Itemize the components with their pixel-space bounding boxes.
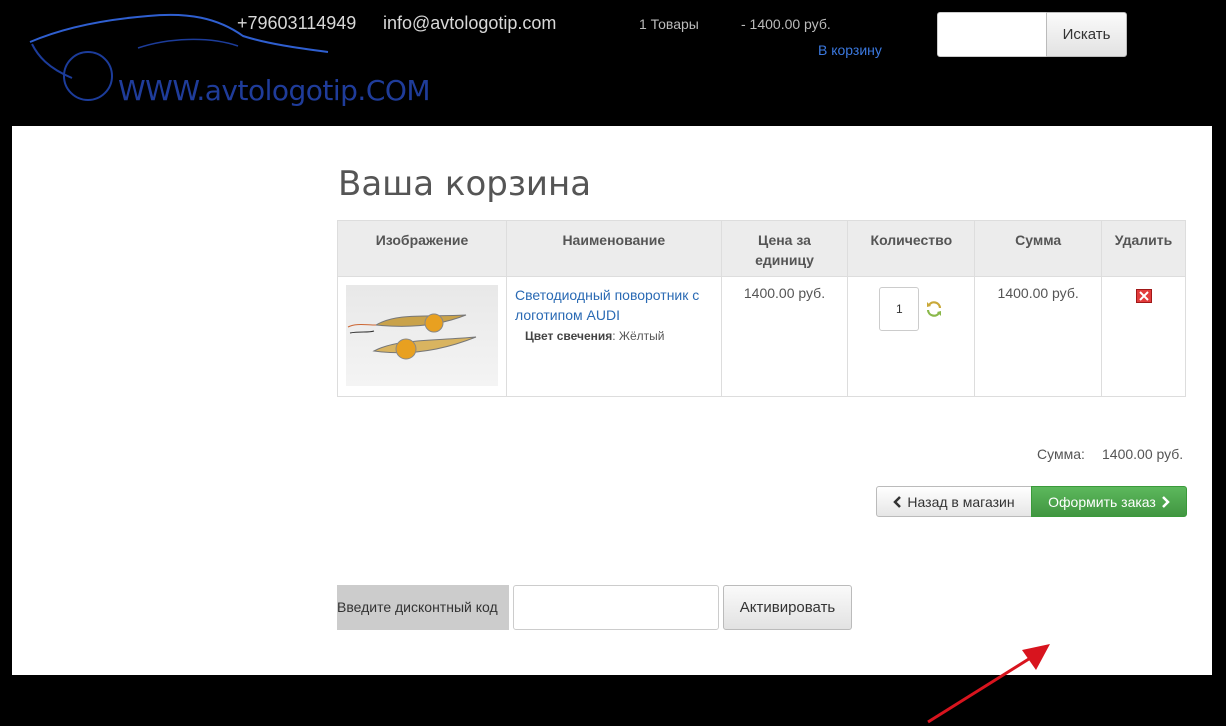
table-row: Светодиодный поворотник с логотипом AUDI… (337, 276, 1186, 397)
chevron-left-icon (893, 495, 902, 508)
checkout-button[interactable]: Оформить заказ (1031, 486, 1187, 517)
logo-text: WWW.avtologotip.COM (118, 74, 431, 107)
cart-total: - 1400.00 руб. (741, 16, 831, 32)
page-title: Ваша корзина (338, 164, 592, 204)
search-button[interactable]: Искать (1046, 12, 1127, 57)
cell-quantity (847, 276, 976, 397)
cell-sum: 1400.00 руб. (974, 276, 1103, 397)
col-header-remove: Удалить (1101, 220, 1186, 277)
cart-item-count: 1 Товары (639, 16, 699, 32)
search-input[interactable] (937, 12, 1047, 57)
cell-image (337, 276, 507, 397)
option-label: Цвет свечения (525, 329, 613, 343)
cell-remove (1101, 276, 1186, 397)
content-panel: Ваша корзина Изображение Наименование Це… (12, 126, 1212, 724)
col-header-name: Наименование (506, 220, 722, 277)
product-name-link[interactable]: Светодиодный поворотник с логотипом AUDI (515, 287, 699, 323)
cart-link[interactable]: В корзину (818, 42, 882, 58)
table-header-row: Изображение Наименование Цена за единицу… (337, 220, 1186, 277)
checkout-button-label: Оформить заказ (1048, 493, 1156, 510)
product-option: Цвет свечения: Жёлтый (515, 329, 713, 343)
chevron-right-icon (1161, 495, 1170, 508)
total-label: Сумма: (1037, 446, 1085, 462)
red-arrow-annotation-icon (927, 644, 1050, 724)
product-thumbnail[interactable] (346, 285, 498, 386)
coupon-label: Введите дисконтный код (337, 585, 509, 630)
refresh-icon[interactable] (925, 300, 943, 318)
col-header-image: Изображение (337, 220, 507, 277)
col-header-price: Цена за единицу (720, 220, 849, 277)
col-header-quantity: Количество (847, 220, 976, 277)
option-value: : Жёлтый (612, 329, 665, 343)
delete-icon[interactable] (1135, 289, 1152, 303)
cell-product-name: Светодиодный поворотник с логотипом AUDI… (506, 276, 722, 397)
activate-coupon-button[interactable]: Активировать (723, 585, 852, 630)
header-email[interactable]: info@avtologotip.com (383, 13, 556, 34)
cart-table: Изображение Наименование Цена за единицу… (337, 220, 1186, 397)
cell-price: 1400.00 руб. (720, 276, 849, 397)
back-to-shop-button[interactable]: Назад в магазин (876, 486, 1032, 517)
coupon-input[interactable] (513, 585, 719, 630)
total-value: 1400.00 руб. (1102, 446, 1184, 462)
turn-signal-lights-image-icon (347, 313, 477, 360)
col-header-sum: Сумма (974, 220, 1103, 277)
quantity-input[interactable] (879, 287, 920, 331)
back-button-label: Назад в магазин (907, 493, 1015, 510)
header-phone: +79603114949 (237, 13, 357, 33)
site-logo[interactable]: WWW.avtologotip.COM (28, 8, 431, 108)
